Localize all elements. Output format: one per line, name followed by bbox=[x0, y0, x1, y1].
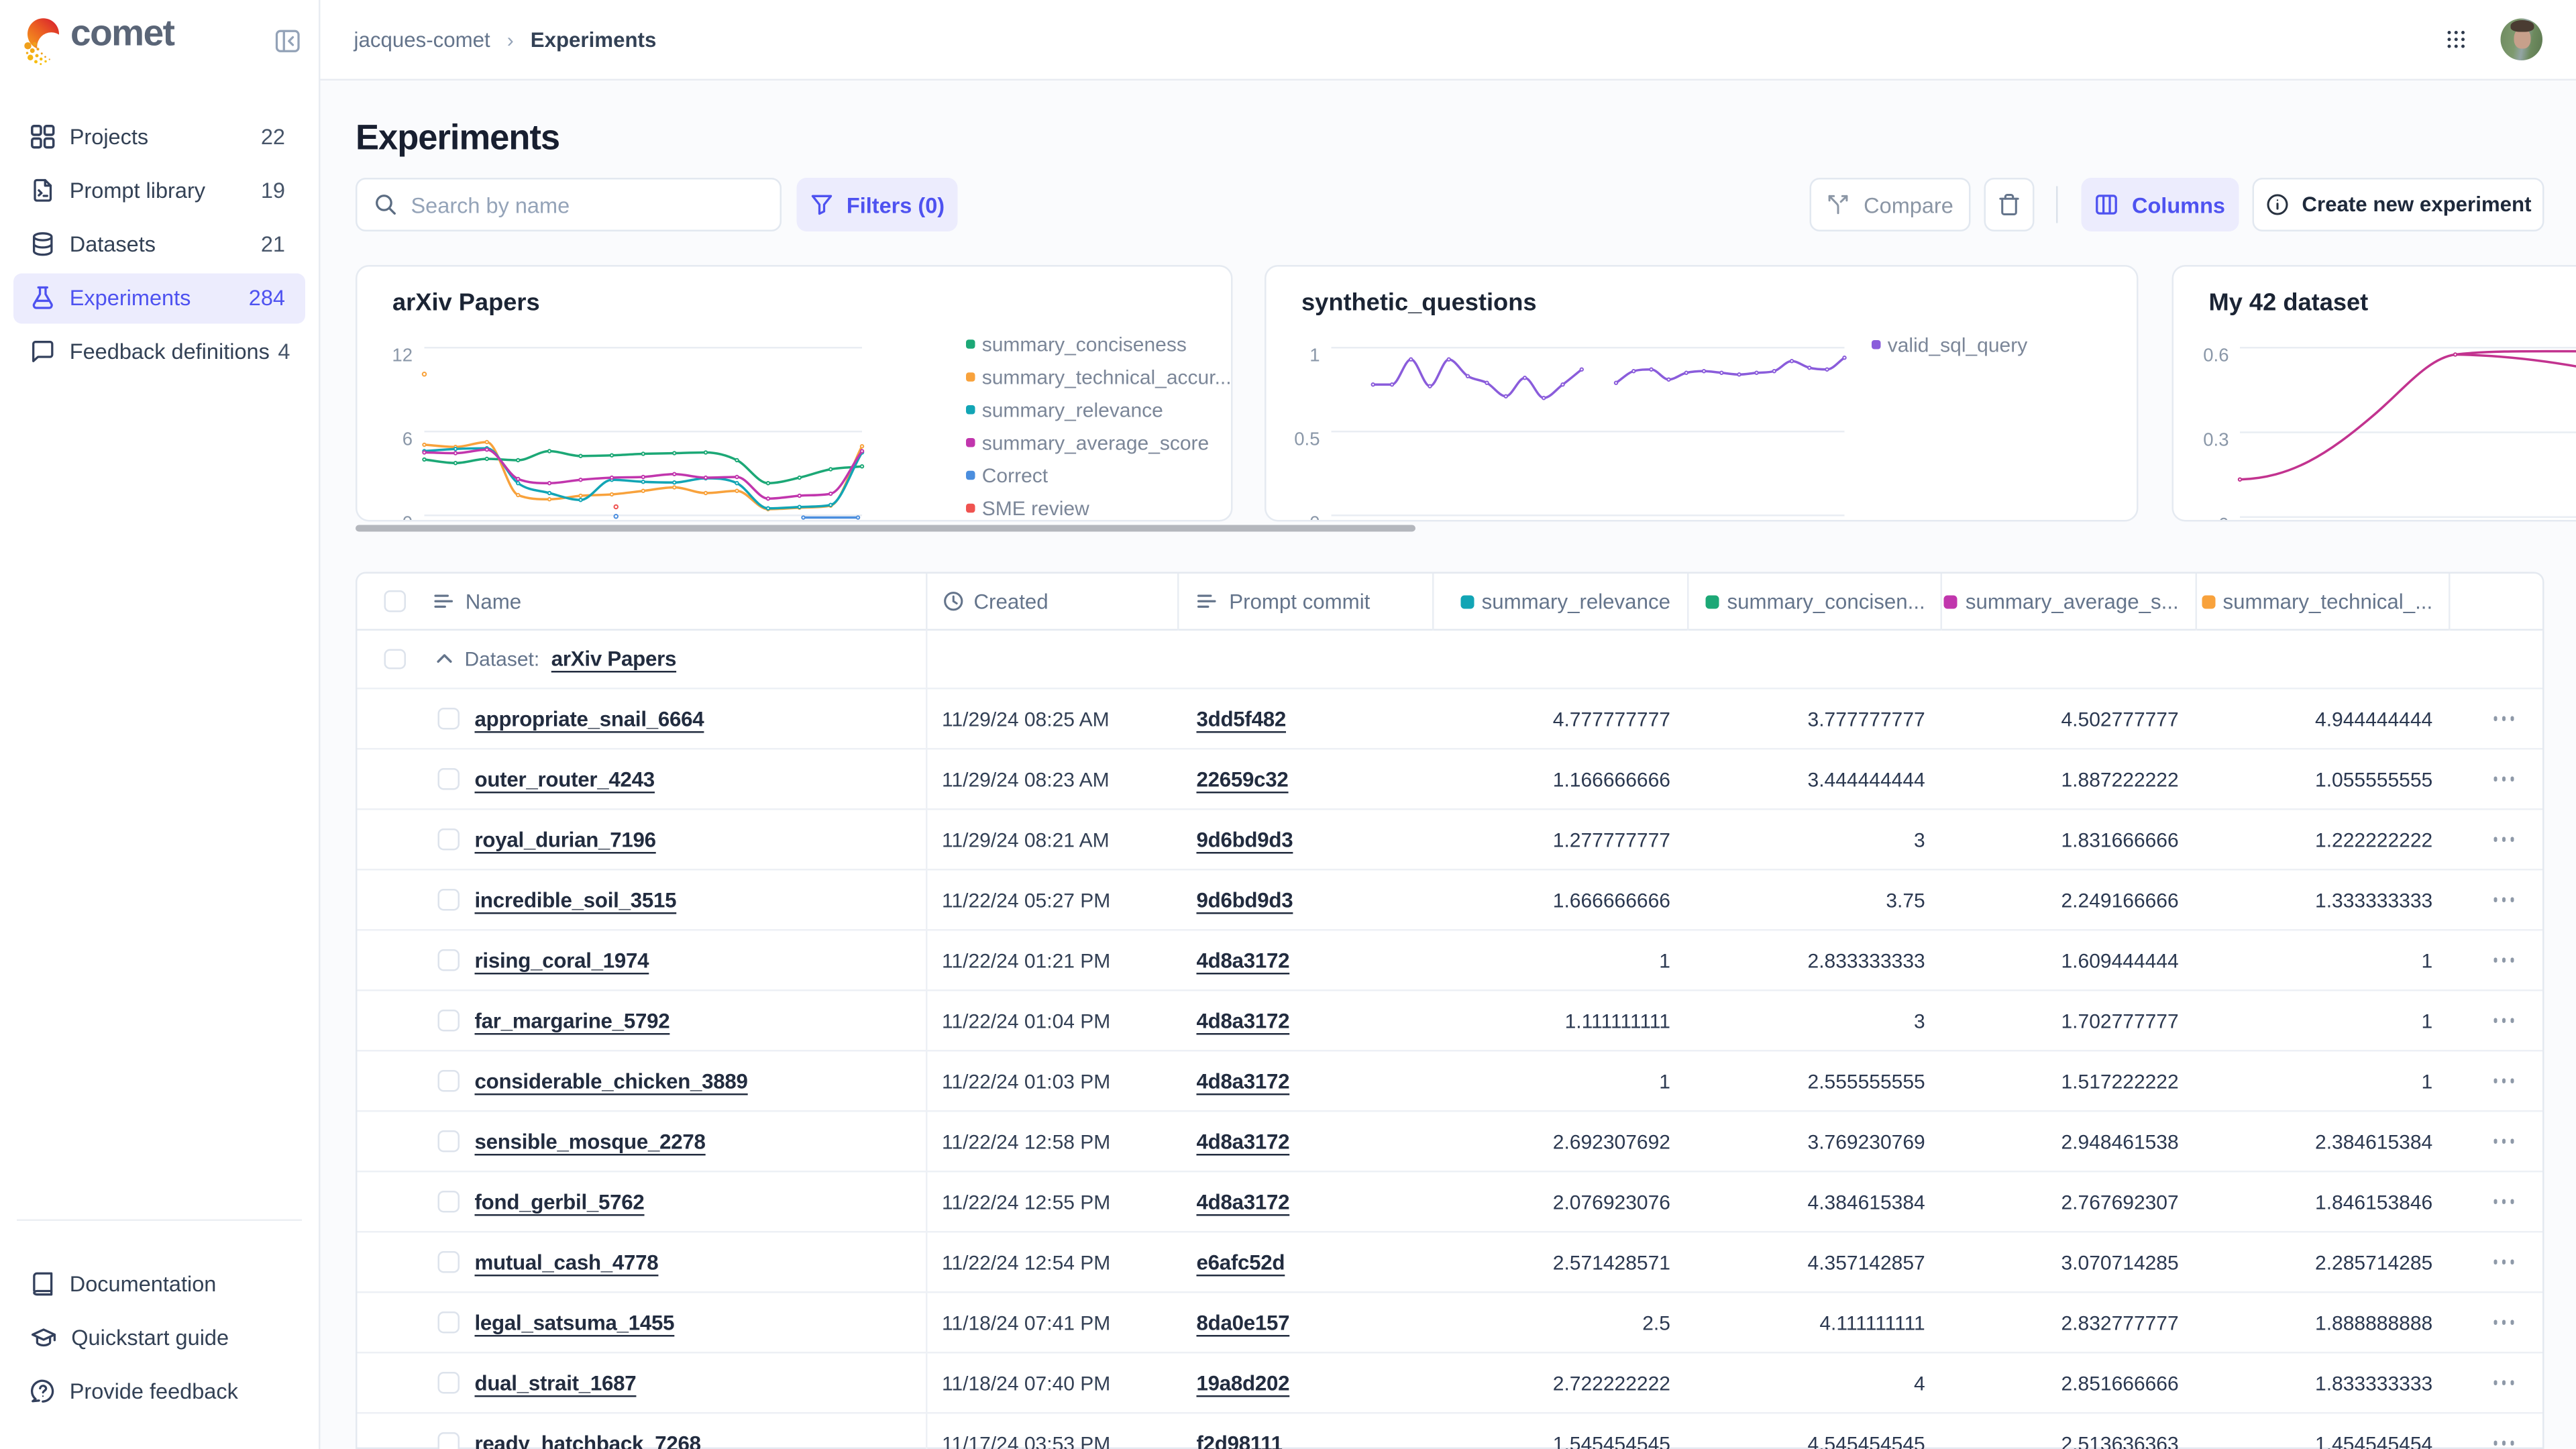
svg-text:6: 6 bbox=[402, 428, 413, 449]
svg-text:0.6: 0.6 bbox=[2203, 344, 2229, 365]
svg-text:summary_conciseness: summary_conciseness bbox=[982, 334, 1187, 356]
svg-text:valid_sql_query: valid_sql_query bbox=[1888, 334, 2027, 356]
svg-text:0: 0 bbox=[2218, 514, 2229, 522]
svg-text:0.3: 0.3 bbox=[2203, 429, 2229, 450]
svg-text:SME review: SME review bbox=[982, 498, 1089, 520]
svg-text:summary_average_score: summary_average_score bbox=[982, 432, 1209, 454]
svg-text:0.5: 0.5 bbox=[1294, 428, 1320, 449]
svg-text:summary_relevance: summary_relevance bbox=[982, 399, 1163, 421]
svg-text:12: 12 bbox=[392, 344, 413, 365]
svg-text:0: 0 bbox=[1309, 512, 1320, 521]
svg-text:Correct: Correct bbox=[982, 465, 1049, 487]
svg-text:summary_technical_accur...: summary_technical_accur... bbox=[982, 367, 1232, 389]
svg-text:1: 1 bbox=[1309, 344, 1320, 365]
svg-text:0: 0 bbox=[402, 512, 413, 521]
